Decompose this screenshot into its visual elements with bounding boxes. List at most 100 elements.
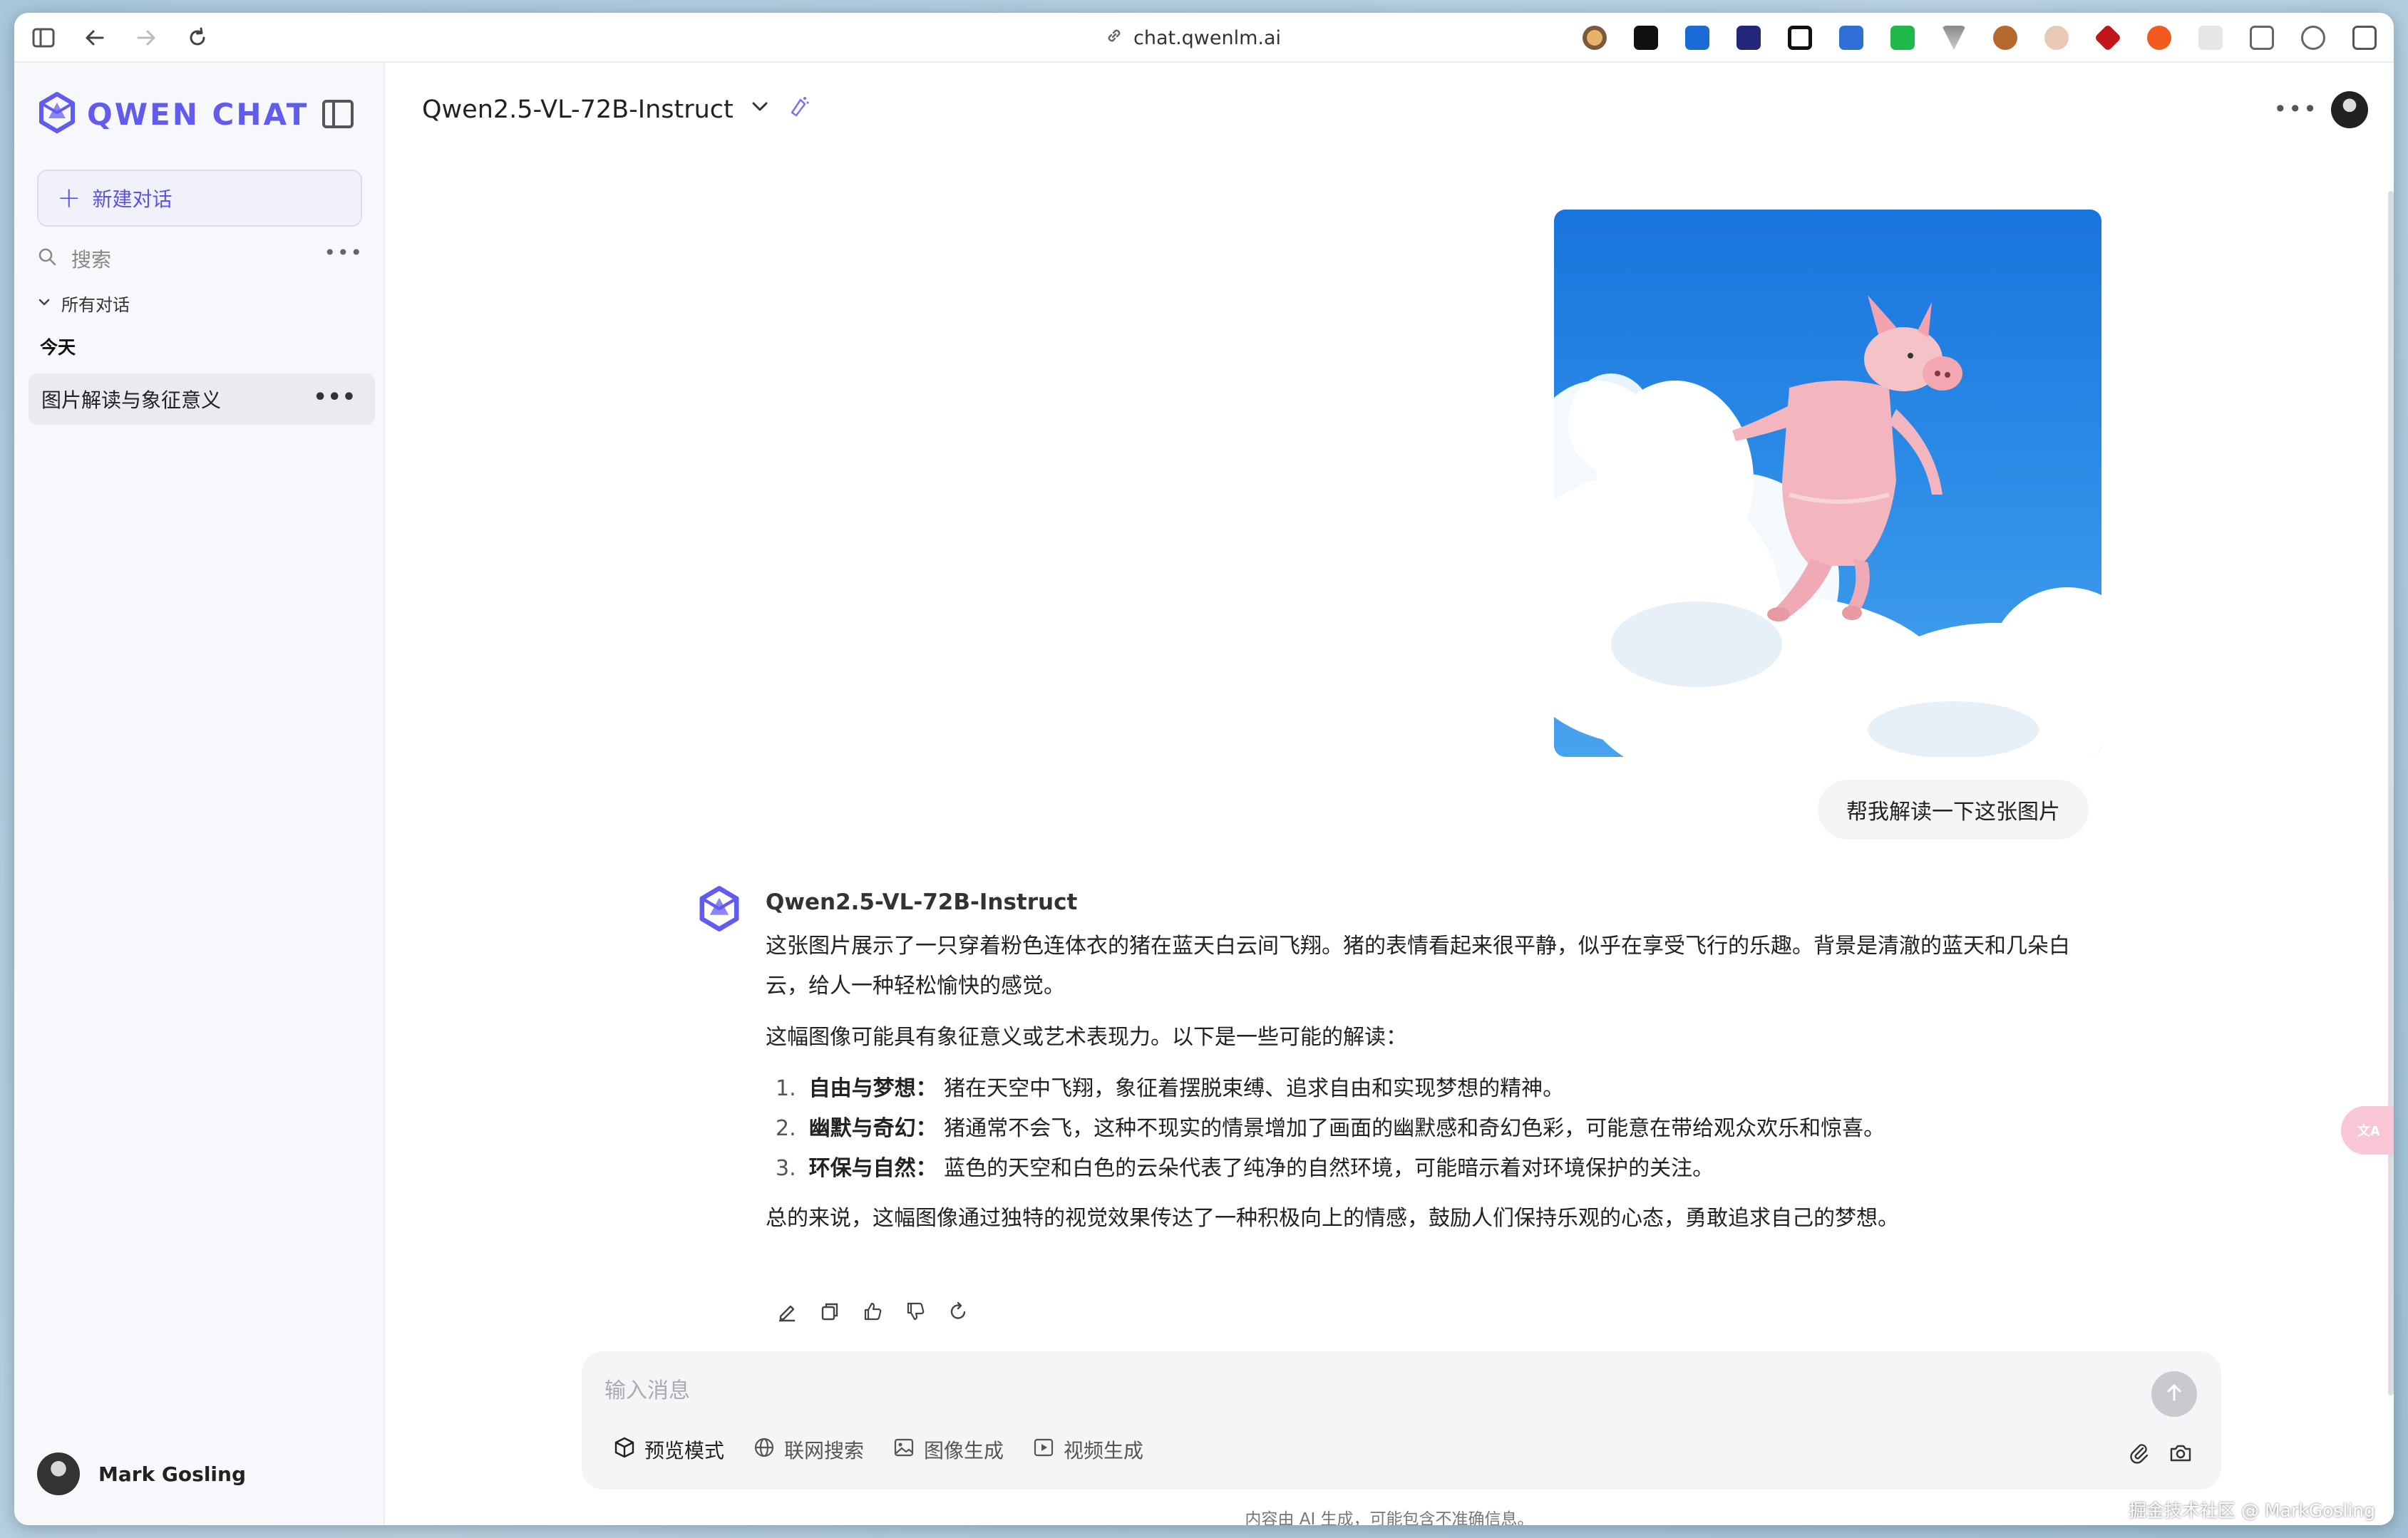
search-placeholder: 搜索 bbox=[71, 248, 112, 272]
conversation-title: 图片解读与象征意义 bbox=[41, 388, 222, 412]
group-today-label: 今天 bbox=[40, 337, 76, 358]
forward-icon[interactable] bbox=[134, 26, 158, 50]
extension-icon[interactable] bbox=[2147, 26, 2171, 50]
list-number: 3. bbox=[776, 1156, 796, 1181]
conversation-item[interactable]: 图片解读与象征意义 ••• bbox=[29, 373, 375, 425]
search-icon bbox=[37, 247, 57, 272]
translate-icon[interactable]: 文A bbox=[2341, 1106, 2394, 1155]
edit-icon[interactable] bbox=[776, 1300, 798, 1323]
extension-icon[interactable] bbox=[1736, 26, 1761, 50]
back-icon[interactable] bbox=[83, 26, 107, 50]
panel-collapse-icon[interactable] bbox=[322, 100, 354, 128]
copy-icon[interactable] bbox=[818, 1300, 841, 1323]
new-chat-button[interactable]: + 新建对话 bbox=[37, 170, 362, 227]
extension-icon[interactable] bbox=[1942, 26, 1966, 50]
camera-icon[interactable] bbox=[2168, 1441, 2193, 1468]
send-button[interactable] bbox=[2151, 1371, 2197, 1417]
list-item: 1. 自由与梦想： 猪在天空中飞翔，象征着摆脱束缚、追求自由和实现梦想的精神。 bbox=[766, 1069, 2106, 1109]
image-generation-button[interactable]: 图像生成 bbox=[892, 1435, 1004, 1464]
extension-icon[interactable] bbox=[1839, 26, 1863, 50]
chat-main: Qwen2.5-VL-72B-Instruct ••• 帮我解读一下这张图片 Q… bbox=[385, 63, 2394, 1525]
response-paragraph: 这幅图像可能具有象征意义或艺术表现力。以下是一些可能的解读： bbox=[766, 1025, 1407, 1050]
chevron-down-icon bbox=[37, 294, 51, 314]
response-paragraph: 这张图片展示了一只穿着粉色连体衣的猪在蓝天白云间飞翔。猪的表情看起来很平静，似乎… bbox=[766, 934, 2070, 998]
message-input[interactable]: 输入消息 bbox=[604, 1373, 690, 1404]
scrollbar[interactable] bbox=[2388, 191, 2394, 1395]
list-item-text: 蓝色的天空和白色的云朵代表了纯净的自然环境，可能暗示着对环境保护的关注。 bbox=[944, 1156, 1714, 1181]
list-item-text: 猪在天空中飞翔，象征着摆脱束缚、追求自由和实现梦想的精神。 bbox=[944, 1076, 1565, 1101]
list-number: 2. bbox=[776, 1116, 796, 1141]
video-icon bbox=[1032, 1436, 1055, 1464]
model-selector[interactable]: Qwen2.5-VL-72B-Instruct bbox=[422, 94, 811, 125]
list-item-text: 猪通常不会飞，这种不现实的情景增加了画面的幽默感和奇幻色彩，可能意在带给观众欢乐… bbox=[944, 1116, 1885, 1141]
browser-window: chat.qwenlm.ai QWEN CHAT + 新建对话 搜索 ••• 所… bbox=[14, 13, 2394, 1525]
bot-name: Qwen2.5-VL-72B-Instruct bbox=[766, 889, 1078, 915]
response-paragraph: 总的来说，这幅图像通过独特的视觉效果传达了一种积极向上的情感，鼓励人们保持乐观的… bbox=[766, 1206, 1899, 1231]
extension-icon[interactable] bbox=[1583, 26, 1607, 50]
reload-icon[interactable] bbox=[185, 26, 210, 50]
watermark: 掘金技术社区 @ MarkGosling bbox=[2129, 1500, 2375, 1521]
more-icon[interactable]: ••• bbox=[313, 385, 356, 410]
magic-icon[interactable] bbox=[786, 94, 811, 125]
uploaded-image[interactable] bbox=[1554, 210, 2101, 757]
web-search-button[interactable]: 联网搜索 bbox=[753, 1435, 864, 1464]
extension-icon[interactable] bbox=[1788, 26, 1812, 50]
search-input[interactable]: 搜索 ••• bbox=[37, 241, 379, 277]
plus-icon: + bbox=[57, 182, 81, 215]
address-bar[interactable]: chat.qwenlm.ai bbox=[1105, 23, 1281, 53]
model-name: Qwen2.5-VL-72B-Instruct bbox=[422, 95, 734, 124]
extension-icon[interactable] bbox=[2094, 24, 2122, 52]
list-item-title: 环保与自然： bbox=[808, 1156, 937, 1181]
new-chat-label: 新建对话 bbox=[92, 187, 173, 211]
logo-text: QWEN CHAT bbox=[87, 96, 309, 132]
user-message: 帮我解读一下这张图片 bbox=[1818, 780, 2089, 840]
extension-icon[interactable] bbox=[1890, 26, 1915, 50]
extension-icon[interactable] bbox=[1634, 26, 1658, 50]
thumbs-up-icon[interactable] bbox=[861, 1300, 884, 1323]
cube-icon bbox=[613, 1436, 636, 1464]
extension-icon[interactable] bbox=[2044, 26, 2069, 50]
url-text: chat.qwenlm.ai bbox=[1133, 26, 1282, 49]
send-icon bbox=[2163, 1382, 2185, 1406]
extension-icon[interactable] bbox=[2250, 26, 2274, 50]
section-label: 所有对话 bbox=[61, 295, 130, 315]
qwen-logo-icon bbox=[696, 885, 743, 935]
chip-label: 预览模式 bbox=[644, 1439, 725, 1462]
attach-icon[interactable] bbox=[2127, 1441, 2151, 1468]
extension-icon[interactable] bbox=[1685, 26, 1709, 50]
list-item-title: 幽默与奇幻： bbox=[808, 1116, 937, 1141]
user-name: Mark Gosling bbox=[98, 1462, 246, 1486]
image-icon bbox=[892, 1436, 915, 1464]
bot-response: 这张图片展示了一只穿着粉色连体衣的猪在蓝天白云间飞翔。猪的表情看起来很平静，似乎… bbox=[766, 927, 2106, 1250]
response-list: 1. 自由与梦想： 猪在天空中飞翔，象征着摆脱束缚、追求自由和实现梦想的精神。 … bbox=[766, 1069, 2106, 1189]
more-icon[interactable]: ••• bbox=[2273, 96, 2318, 123]
split-view-icon[interactable] bbox=[2352, 26, 2377, 50]
message-composer[interactable]: 输入消息 预览模式 联网搜索 图像生成 视频生成 bbox=[582, 1351, 2221, 1490]
video-generation-button[interactable]: 视频生成 bbox=[1032, 1435, 1143, 1464]
qwen-logo-icon bbox=[36, 91, 78, 137]
regenerate-icon[interactable] bbox=[947, 1300, 969, 1323]
all-conversations-toggle[interactable]: 所有对话 bbox=[37, 291, 130, 316]
message-actions bbox=[776, 1300, 969, 1323]
sidebar-toggle-icon[interactable] bbox=[31, 26, 56, 50]
extension-icon[interactable] bbox=[1993, 26, 2017, 50]
chip-label: 联网搜索 bbox=[784, 1439, 865, 1462]
extension-icon[interactable] bbox=[2198, 26, 2223, 50]
list-item: 3. 环保与自然： 蓝色的天空和白色的云朵代表了纯净的自然环境，可能暗示着对环境… bbox=[766, 1149, 2106, 1189]
browser-toolbar: chat.qwenlm.ai bbox=[14, 13, 2394, 63]
list-number: 1. bbox=[776, 1076, 796, 1101]
sidebar: QWEN CHAT + 新建对话 搜索 ••• 所有对话 今天 图片解读与象征意… bbox=[14, 63, 385, 1525]
chip-label: 视频生成 bbox=[1064, 1439, 1144, 1462]
preview-mode-button[interactable]: 预览模式 bbox=[613, 1435, 724, 1464]
globe-icon bbox=[753, 1436, 776, 1464]
more-icon[interactable]: ••• bbox=[324, 241, 364, 264]
chevron-down-icon bbox=[749, 96, 771, 124]
avatar[interactable] bbox=[2331, 91, 2368, 128]
extension-icon[interactable] bbox=[2301, 26, 2325, 50]
avatar bbox=[37, 1452, 80, 1495]
logo[interactable]: QWEN CHAT bbox=[36, 91, 309, 137]
link-icon bbox=[1105, 26, 1123, 50]
ai-disclaimer: 内容由 AI 生成，可能包含不准确信息。 bbox=[1245, 1510, 1534, 1525]
thumbs-down-icon[interactable] bbox=[904, 1300, 927, 1323]
user-profile[interactable]: Mark Gosling bbox=[37, 1452, 246, 1495]
